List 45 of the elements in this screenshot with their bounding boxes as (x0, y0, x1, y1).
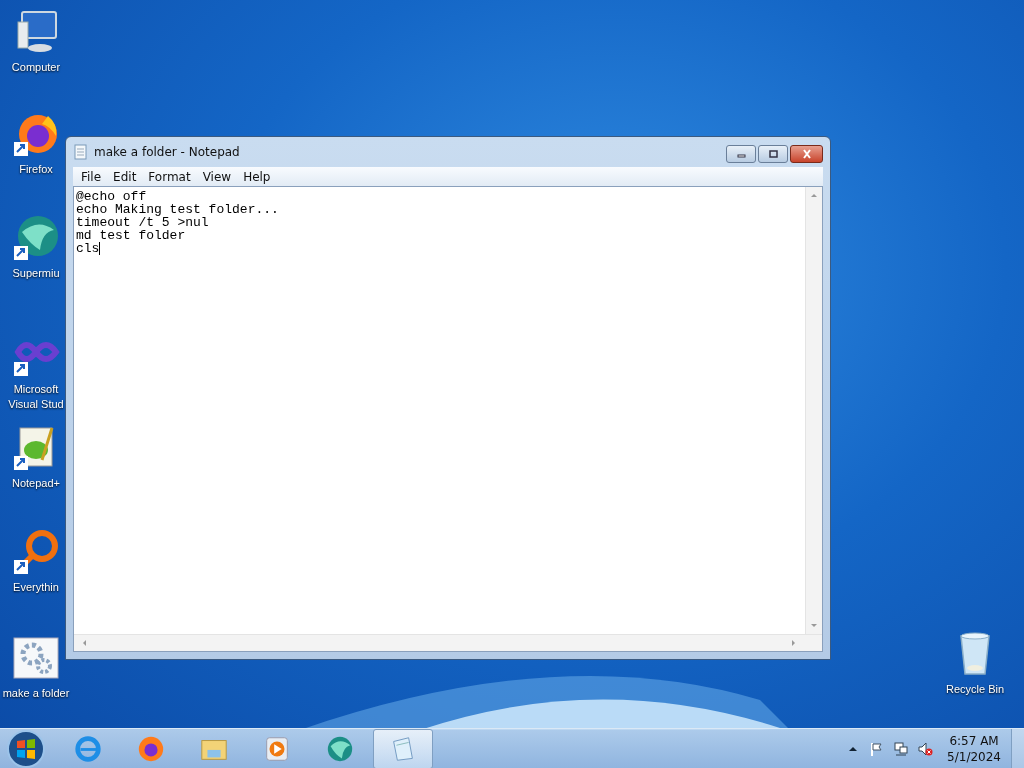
start-button[interactable] (6, 729, 46, 768)
gears-file-icon[interactable] (12, 634, 60, 682)
menu-item[interactable]: View (196, 169, 238, 184)
desktop-icon-label: Supermiu (12, 266, 60, 281)
firefox-icon (136, 734, 166, 764)
vertical-scrollbar[interactable] (805, 187, 822, 634)
scroll-down-icon[interactable] (810, 622, 818, 630)
text-line: cls (76, 242, 100, 255)
magnifier-icon[interactable] (12, 528, 60, 576)
menu-item[interactable]: Edit (107, 169, 143, 184)
restore-button[interactable] (758, 145, 788, 163)
date-text: 5/1/2024 (947, 749, 1001, 765)
browser-e-icon (73, 734, 103, 764)
window-title: make a folder - Notepad (94, 145, 240, 159)
restore-icon (767, 149, 779, 159)
browser-icon (325, 734, 355, 764)
text-area[interactable]: @echo off echo Making test folder... timeout /t 5 >nul md test folder cls (73, 186, 823, 652)
scroll-right-icon[interactable] (790, 639, 798, 647)
horizontal-scrollbar[interactable] (74, 634, 822, 651)
network-icon[interactable] (893, 741, 910, 757)
menu-item[interactable]: Help (237, 169, 277, 184)
text-cursor (99, 242, 101, 255)
close-icon (800, 149, 813, 159)
desktop-icon-label: make a folder (2, 686, 70, 701)
clock[interactable]: 6:57 AM 5/1/2024 (947, 733, 1001, 765)
desktop-icon-label: Microsoft Visual Stud (7, 382, 65, 412)
desktop-icon-label: Firefox (19, 162, 53, 177)
text-line: timeout /t 5 >nul (76, 216, 209, 229)
notepad-icon (73, 144, 89, 160)
close-button[interactable] (790, 145, 823, 163)
volume-muted-icon[interactable] (917, 741, 934, 757)
scroll-up-icon[interactable] (810, 191, 818, 199)
minimize-button[interactable] (726, 145, 756, 163)
desktop-icon-label: Recycle Bin (945, 682, 1005, 697)
menu-item[interactable]: File (75, 169, 108, 184)
text-line: md test folder (76, 229, 186, 242)
time-text: 6:57 AM (949, 733, 999, 749)
menu-item[interactable]: Format (142, 169, 197, 184)
taskbar-button[interactable] (373, 729, 433, 768)
desktop-icon-label: Notepad+ (12, 476, 60, 491)
browser-icon[interactable] (12, 214, 60, 262)
text-line: @echo off (76, 190, 147, 203)
desktop-icon-label: Computer (11, 60, 61, 75)
desktop-icon-label: Everythin (13, 580, 59, 595)
text-line: echo Making test folder... (76, 203, 279, 216)
